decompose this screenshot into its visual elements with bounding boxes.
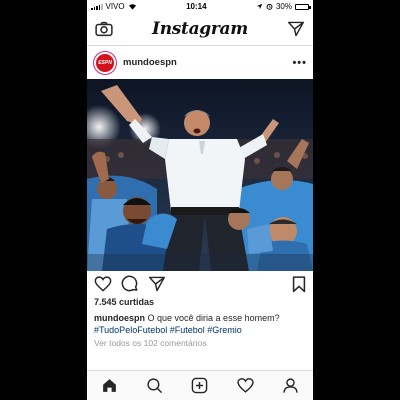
caption-text: O que você diria a esse homem? <box>147 313 280 323</box>
ellipsis-icon[interactable]: ••• <box>292 57 307 69</box>
heart-icon[interactable] <box>94 276 112 292</box>
add-post-icon[interactable] <box>189 375 211 397</box>
post-caption: mundoespn O que você diria a esse homem?… <box>87 309 313 336</box>
hashtags: #TudoPeloFutebol #Futebol #Gremio <box>94 324 306 336</box>
battery-icon <box>294 3 311 10</box>
likes-count[interactable]: 7.545 curtidas <box>87 297 313 309</box>
signal-icon <box>91 3 103 10</box>
instagram-app: VIVO 10:14 30% Instagram ESPN mundoespn … <box>87 0 313 400</box>
status-bar: VIVO 10:14 30% <box>87 0 313 13</box>
hashtag-link[interactable]: #Gremio <box>207 325 242 335</box>
location-icon <box>256 3 263 10</box>
alarm-icon <box>266 3 273 10</box>
photo-illustration <box>87 79 313 271</box>
profile-icon[interactable] <box>279 375 301 397</box>
avatar-logo: ESPN <box>96 53 114 72</box>
carrier-label: VIVO <box>105 2 125 11</box>
instagram-logo: Instagram <box>152 19 248 39</box>
post-username[interactable]: mundoespn <box>123 57 292 68</box>
hashtag-link[interactable]: #Futebol <box>170 325 205 335</box>
bookmark-icon[interactable] <box>292 275 306 293</box>
avatar[interactable]: ESPN <box>93 50 117 75</box>
hashtag-link[interactable]: #TudoPeloFutebol <box>94 325 167 335</box>
view-comments-link[interactable]: Ver todos os 102 comentários <box>87 336 313 346</box>
paper-plane-icon[interactable] <box>287 21 305 37</box>
share-icon[interactable] <box>148 276 166 292</box>
post-actions <box>87 271 313 297</box>
camera-icon[interactable] <box>95 21 113 37</box>
post-header: ESPN mundoespn ••• <box>87 46 313 79</box>
activity-heart-icon[interactable] <box>234 375 256 397</box>
home-icon[interactable] <box>99 375 121 397</box>
post-image[interactable] <box>87 79 313 271</box>
search-icon[interactable] <box>144 375 166 397</box>
comment-icon[interactable] <box>121 275 139 293</box>
bottom-tab-bar <box>87 370 313 400</box>
battery-percent: 30% <box>275 2 292 11</box>
top-bar: Instagram <box>87 13 313 46</box>
clock: 10:14 <box>186 2 207 11</box>
wifi-icon <box>128 4 136 10</box>
caption-username[interactable]: mundoespn <box>94 313 145 323</box>
